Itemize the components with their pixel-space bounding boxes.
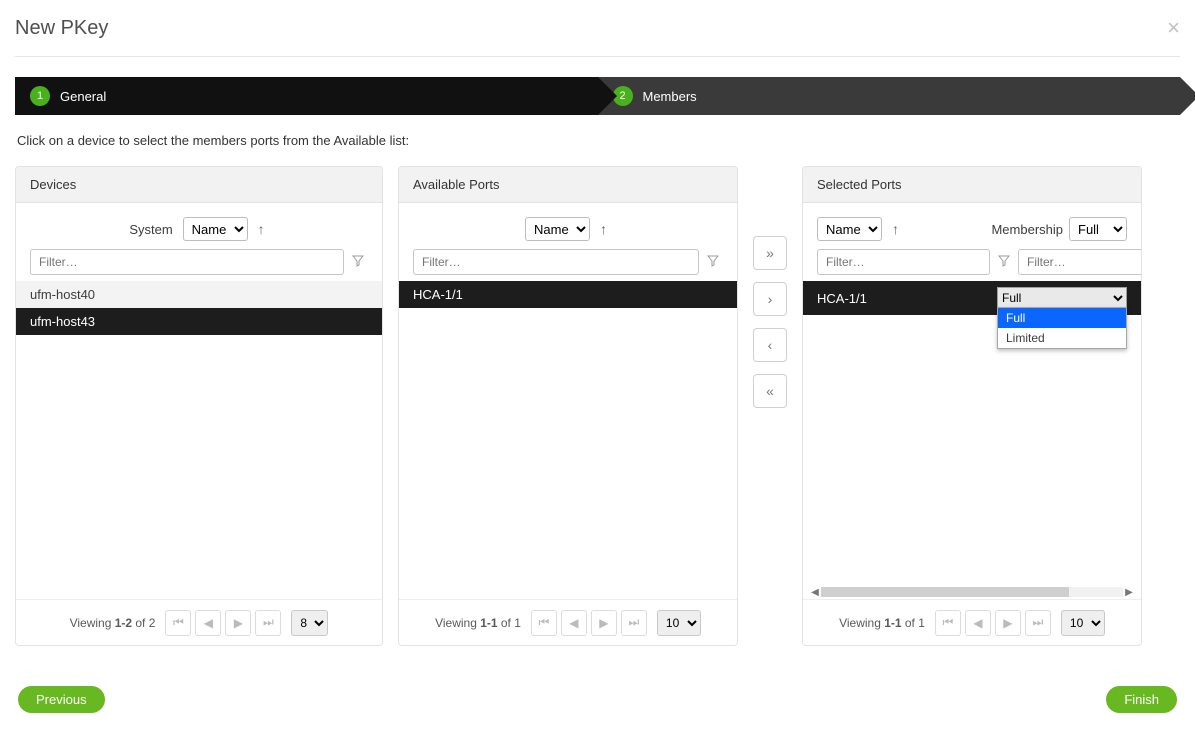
pager-prev-icon[interactable]: ◀	[195, 610, 221, 636]
scroll-right-icon[interactable]: ▶	[1123, 587, 1135, 598]
scroll-thumb[interactable]	[821, 587, 1069, 597]
name-select[interactable]: Name	[817, 217, 882, 241]
device-name: ufm-host40	[30, 287, 368, 302]
instructions-text: Click on a device to select the members …	[17, 133, 1180, 148]
device-row[interactable]: ufm-host40	[16, 281, 382, 308]
close-icon[interactable]: ×	[1167, 15, 1180, 41]
available-pager: Viewing 1-1 of 1 ⏮ ◀ ▶ ⏭ 10	[399, 599, 737, 645]
selected-membership-filter-input[interactable]	[1018, 249, 1142, 275]
selected-name-filter-input[interactable]	[817, 249, 990, 275]
panel-body: Name ↑ HCA-1/1	[399, 203, 737, 599]
sort-asc-icon[interactable]: ↑	[888, 221, 903, 237]
membership-header-select[interactable]: Full	[1069, 217, 1127, 241]
devices-pager: Viewing 1-2 of 2 ⏮ ◀ ▶ ⏭ 8	[16, 599, 382, 645]
move-all-right-button[interactable]: »	[753, 236, 787, 270]
membership-label: Membership	[991, 222, 1063, 237]
move-right-button[interactable]: ›	[753, 282, 787, 316]
filter-icon[interactable]	[703, 255, 723, 270]
panel-title: Selected Ports	[803, 167, 1141, 203]
pager-text: Viewing 1-1 of 1	[839, 616, 925, 630]
membership-option-full[interactable]: Full	[998, 308, 1126, 328]
modal-header: New PKey ×	[15, 10, 1180, 57]
pager-prev-icon[interactable]: ◀	[561, 610, 587, 636]
pager-last-icon[interactable]: ⏭	[255, 610, 281, 636]
pager-text: Viewing 1-1 of 1	[435, 616, 521, 630]
pager-text: Viewing 1-2 of 2	[70, 616, 156, 630]
devices-grid: ufm-host40 ufm-host43	[16, 281, 382, 595]
membership-select[interactable]: Full	[997, 287, 1127, 309]
name-select[interactable]: Name	[183, 217, 248, 241]
move-left-button[interactable]: ‹	[753, 328, 787, 362]
pager-size-select[interactable]: 10	[1061, 610, 1105, 636]
panel-title: Devices	[16, 167, 382, 203]
selected-grid: HCA-1/1 Full Full Limited	[803, 281, 1141, 595]
available-filter-input[interactable]	[413, 249, 699, 275]
modal-title: New PKey	[15, 17, 108, 40]
new-pkey-modal: New PKey × 1 General 2 Members Click on …	[0, 0, 1195, 733]
device-name: ufm-host43	[30, 314, 368, 329]
port-name: HCA-1/1	[817, 291, 987, 306]
finish-button[interactable]: Finish	[1106, 686, 1177, 713]
wizard-step-members[interactable]: 2 Members	[598, 77, 1181, 115]
port-row[interactable]: HCA-1/1	[399, 281, 737, 308]
selected-ports-panel: Selected Ports Name ↑ Membership Full	[802, 166, 1142, 646]
column-header-row: System Name ↑	[24, 213, 374, 249]
filter-row	[811, 249, 1133, 281]
wizard-steps: 1 General 2 Members	[15, 77, 1180, 115]
filter-row	[24, 249, 374, 281]
panel-body: System Name ↑ ufm-host40	[16, 203, 382, 599]
column-header-row: Name ↑ Membership Full	[811, 213, 1133, 249]
column-header-row: Name ↑	[407, 213, 729, 249]
filter-icon[interactable]	[348, 255, 368, 270]
system-label: System	[129, 222, 172, 237]
move-all-left-button[interactable]: «	[753, 374, 787, 408]
sort-asc-icon[interactable]: ↑	[254, 221, 269, 237]
pager-next-icon[interactable]: ▶	[225, 610, 251, 636]
membership-dropdown[interactable]: Full Limited	[997, 307, 1127, 349]
modal-footer: Previous Finish	[15, 646, 1180, 723]
step-number: 1	[30, 86, 50, 106]
pager-next-icon[interactable]: ▶	[591, 610, 617, 636]
pager-first-icon[interactable]: ⏮	[935, 610, 961, 636]
pager-last-icon[interactable]: ⏭	[621, 610, 647, 636]
scroll-left-icon[interactable]: ◀	[809, 587, 821, 598]
available-grid: HCA-1/1	[399, 281, 737, 595]
membership-option-limited[interactable]: Limited	[998, 328, 1126, 348]
sort-asc-icon[interactable]: ↑	[596, 221, 611, 237]
panel-body: Name ↑ Membership Full	[803, 203, 1141, 599]
horizontal-scrollbar[interactable]: ◀ ▶	[809, 585, 1135, 599]
panels-row: Devices System Name ↑ ufm	[15, 166, 1180, 646]
pager-prev-icon[interactable]: ◀	[965, 610, 991, 636]
step-label: General	[60, 89, 106, 104]
previous-button[interactable]: Previous	[18, 686, 105, 713]
pager-next-icon[interactable]: ▶	[995, 610, 1021, 636]
pager-size-select[interactable]: 10	[657, 610, 701, 636]
filter-icon[interactable]	[994, 255, 1014, 270]
pager-first-icon[interactable]: ⏮	[165, 610, 191, 636]
port-name: HCA-1/1	[413, 287, 723, 302]
panel-title: Available Ports	[399, 167, 737, 203]
name-select[interactable]: Name	[525, 217, 590, 241]
available-ports-panel: Available Ports Name ↑ HCA-1/1	[398, 166, 738, 646]
devices-filter-input[interactable]	[30, 249, 344, 275]
filter-row	[407, 249, 729, 281]
device-row[interactable]: ufm-host43	[16, 308, 382, 335]
pager-size-select[interactable]: 8	[291, 610, 328, 636]
pager-last-icon[interactable]: ⏭	[1025, 610, 1051, 636]
step-label: Members	[643, 89, 697, 104]
devices-panel: Devices System Name ↑ ufm	[15, 166, 383, 646]
selected-pager: Viewing 1-1 of 1 ⏮ ◀ ▶ ⏭ 10	[803, 599, 1141, 645]
wizard-step-general[interactable]: 1 General	[15, 77, 598, 115]
pager-first-icon[interactable]: ⏮	[531, 610, 557, 636]
transfer-buttons: » › ‹ «	[753, 166, 787, 408]
